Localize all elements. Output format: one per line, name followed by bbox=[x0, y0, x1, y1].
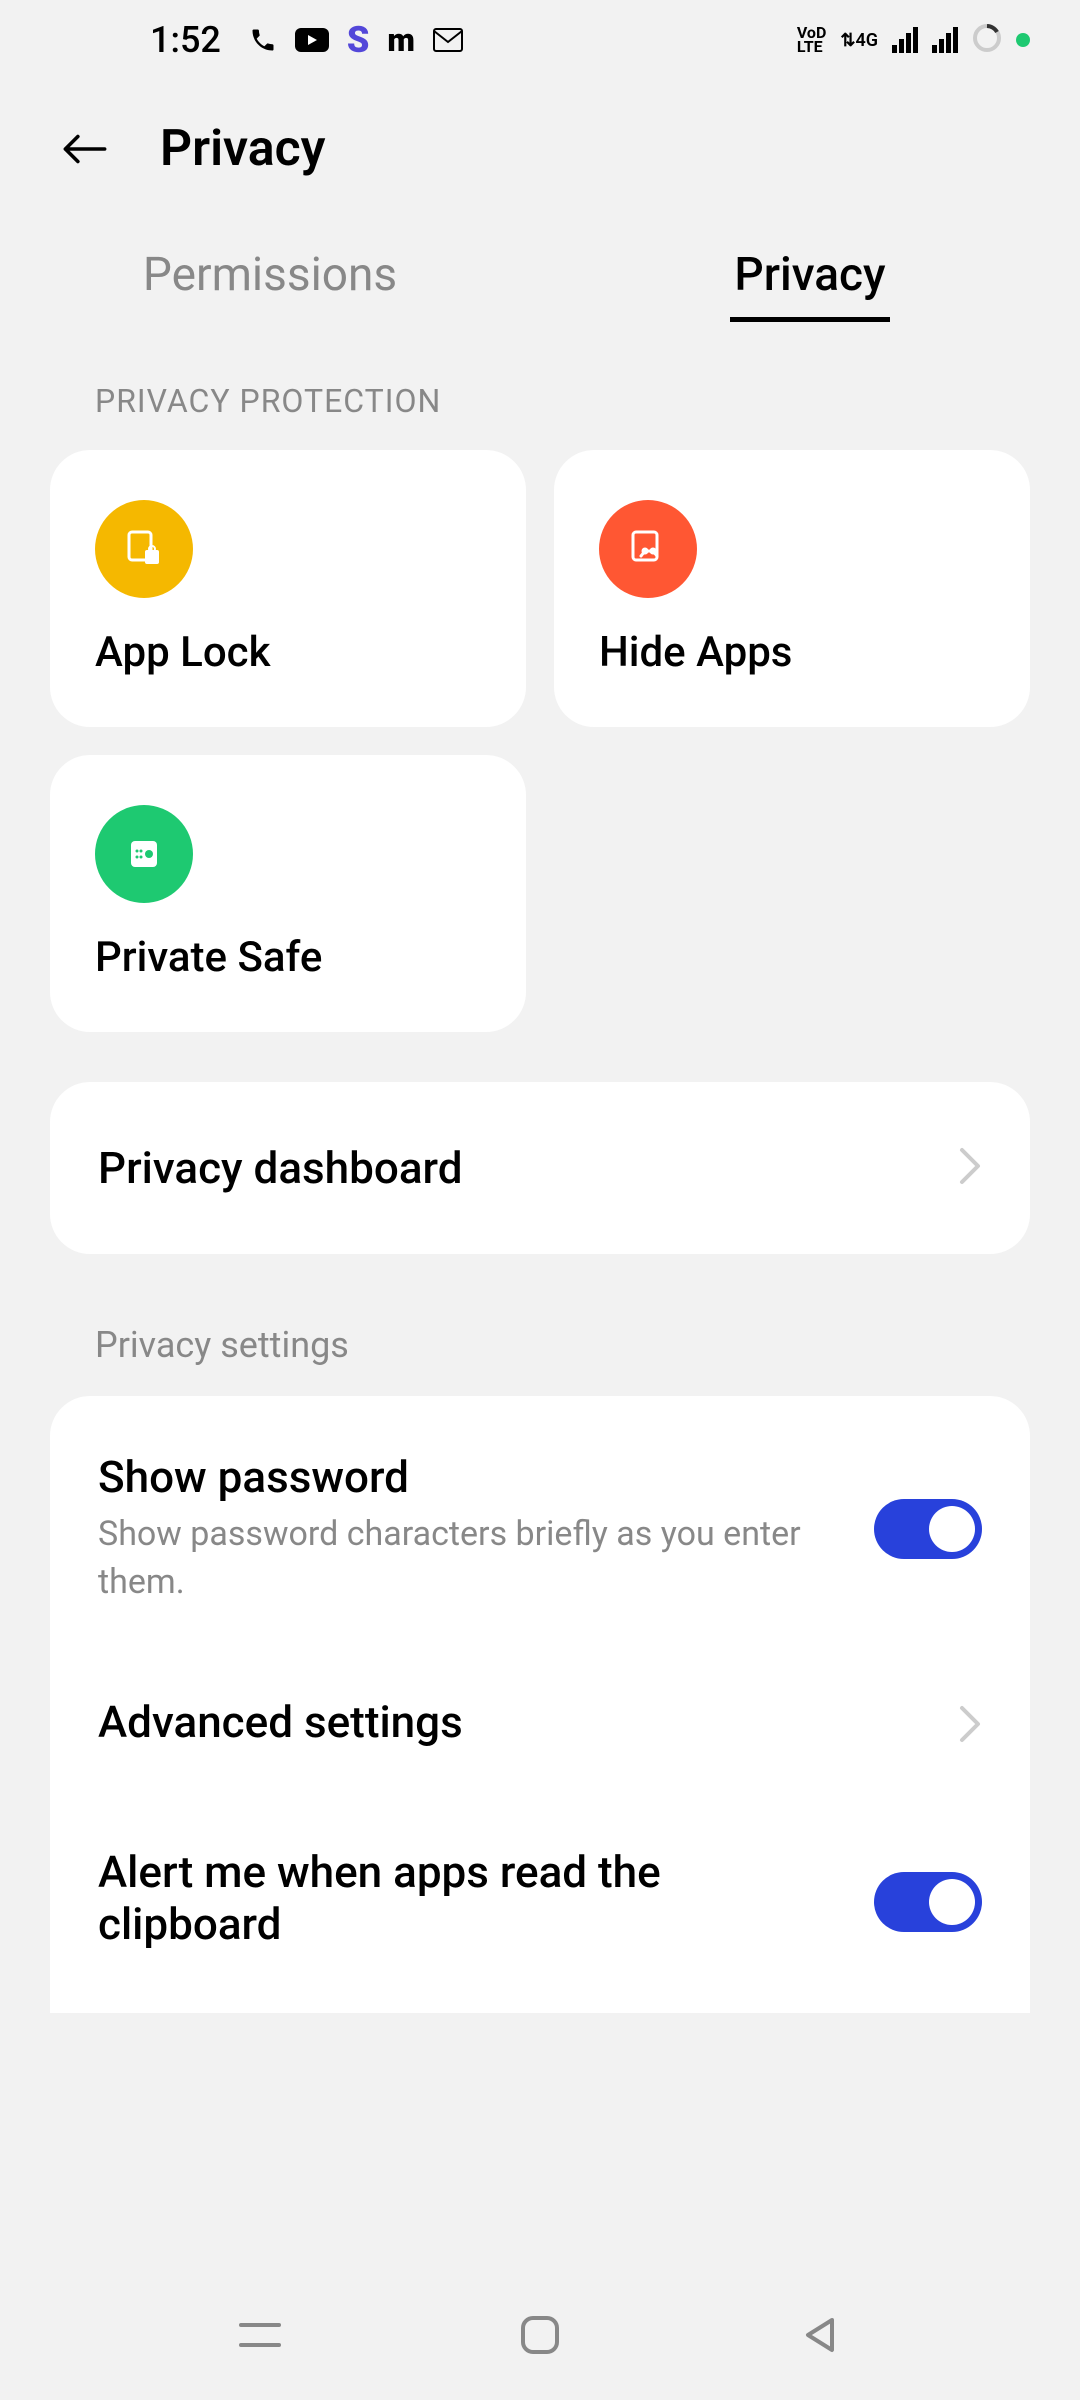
privacy-protection-grid: App Lock Hide Apps Private Safe bbox=[0, 450, 1080, 1032]
setting-show-password-title: Show password bbox=[98, 1451, 844, 1503]
chevron-right-icon bbox=[958, 1146, 982, 1190]
card-hide-apps[interactable]: Hide Apps bbox=[554, 450, 1030, 727]
signal-icon-1 bbox=[892, 27, 918, 53]
setting-advanced-text: Advanced settings bbox=[98, 1696, 928, 1756]
m-app-icon: m bbox=[387, 21, 415, 59]
page-title: Privacy bbox=[160, 120, 326, 178]
header: Privacy bbox=[0, 80, 1080, 198]
loading-icon bbox=[972, 23, 1002, 57]
tab-privacy[interactable]: Privacy bbox=[540, 218, 1080, 322]
4g-indicator: ⇅4G bbox=[840, 30, 878, 51]
tabs: Permissions Privacy bbox=[0, 198, 1080, 322]
s-app-icon: S bbox=[347, 19, 370, 61]
gmail-icon bbox=[433, 28, 463, 52]
card-hide-apps-title: Hide Apps bbox=[599, 628, 985, 677]
privacy-dashboard-row[interactable]: Privacy dashboard bbox=[50, 1082, 1030, 1254]
section-label-privacy-protection: PRIVACY PROTECTION bbox=[0, 322, 1080, 450]
system-nav-bar bbox=[0, 2270, 1080, 2400]
card-private-safe-title: Private Safe bbox=[95, 933, 481, 982]
toggle-show-password[interactable] bbox=[874, 1499, 982, 1559]
status-left: 1:52 S m bbox=[150, 19, 463, 61]
setting-clipboard-text: Alert me when apps read the clipboard bbox=[98, 1846, 844, 1958]
card-private-safe[interactable]: Private Safe bbox=[50, 755, 526, 1032]
setting-advanced[interactable]: Advanced settings bbox=[50, 1651, 1030, 1801]
app-lock-icon bbox=[95, 500, 193, 598]
status-right: VoDLTE ⇅4G bbox=[797, 23, 1030, 57]
hide-apps-icon bbox=[599, 500, 697, 598]
volte-indicator: VoDLTE bbox=[797, 26, 827, 55]
setting-clipboard-title: Alert me when apps read the clipboard bbox=[98, 1846, 844, 1950]
card-app-lock[interactable]: App Lock bbox=[50, 450, 526, 727]
setting-show-password[interactable]: Show password Show password characters b… bbox=[50, 1406, 1030, 1651]
card-app-lock-title: App Lock bbox=[95, 628, 481, 677]
private-safe-icon bbox=[95, 805, 193, 903]
youtube-icon bbox=[295, 28, 329, 52]
section-label-privacy-settings: Privacy settings bbox=[0, 1254, 1080, 1396]
privacy-settings-card: Show password Show password characters b… bbox=[50, 1396, 1030, 2013]
phone-icon bbox=[249, 26, 277, 54]
setting-advanced-title: Advanced settings bbox=[98, 1696, 928, 1748]
privacy-dashboard-title: Privacy dashboard bbox=[98, 1142, 462, 1194]
toggle-clipboard-alert[interactable] bbox=[874, 1872, 982, 1932]
back-button[interactable] bbox=[60, 124, 110, 174]
nav-home-button[interactable] bbox=[515, 2310, 565, 2360]
privacy-indicator-dot bbox=[1016, 33, 1030, 47]
status-time: 1:52 bbox=[150, 19, 221, 61]
setting-show-password-text: Show password Show password characters b… bbox=[98, 1451, 844, 1606]
chevron-right-icon bbox=[958, 1704, 982, 1748]
tab-permissions[interactable]: Permissions bbox=[0, 218, 540, 322]
setting-clipboard-alert[interactable]: Alert me when apps read the clipboard bbox=[50, 1801, 1030, 2003]
signal-icon-2 bbox=[932, 27, 958, 53]
nav-back-button[interactable] bbox=[795, 2310, 845, 2360]
setting-show-password-desc: Show password characters briefly as you … bbox=[98, 1511, 844, 1606]
nav-recent-button[interactable] bbox=[235, 2310, 285, 2360]
status-bar: 1:52 S m VoDLTE ⇅4G bbox=[0, 0, 1080, 80]
